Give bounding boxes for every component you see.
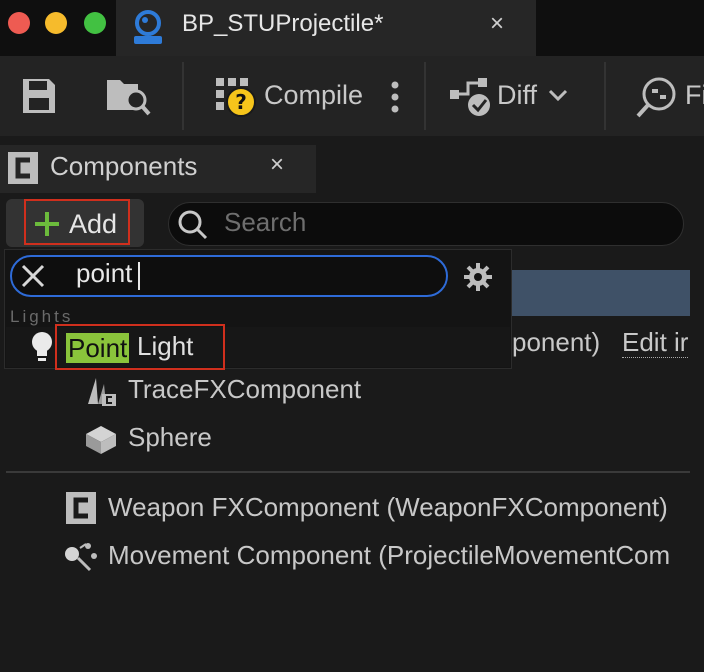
search-icon <box>178 210 208 240</box>
blueprint-pawn-icon <box>134 10 162 44</box>
niagara-icon <box>88 378 116 406</box>
add-label: Add <box>69 209 118 239</box>
tree-item-tracefx[interactable]: TraceFXComponent <box>128 374 361 405</box>
text-caret <box>138 262 140 290</box>
chevron-down-icon[interactable] <box>547 88 569 102</box>
maximize-window-button[interactable] <box>84 12 106 34</box>
diff-button[interactable]: Diff <box>497 80 537 111</box>
tree-item-movement[interactable]: Movement Component (ProjectileMovementCo… <box>108 540 670 571</box>
toolbar-separator <box>604 62 606 130</box>
more-options-icon[interactable] <box>388 80 402 114</box>
edit-link[interactable]: Edit ir <box>622 327 689 358</box>
panel-close-button[interactable]: × <box>270 151 284 179</box>
close-window-button[interactable] <box>8 12 30 34</box>
component-c-icon <box>66 492 96 524</box>
minimize-window-button[interactable] <box>45 12 67 34</box>
tab-title: BP_STUProjectile* <box>182 10 384 37</box>
result-highlight-box <box>55 324 225 370</box>
filter-value: point <box>76 258 133 288</box>
save-icon[interactable] <box>20 76 58 116</box>
find-icon[interactable] <box>634 74 680 120</box>
component-c-icon <box>8 152 38 184</box>
panel-title: Components <box>50 151 198 181</box>
clear-icon[interactable] <box>20 263 46 289</box>
diff-icon[interactable] <box>448 76 494 118</box>
toolbar-separator <box>424 62 426 130</box>
sphere-mesh-icon <box>86 426 116 454</box>
browse-icon[interactable] <box>104 74 154 118</box>
movement-icon <box>65 543 97 572</box>
svg-text:?: ? <box>235 90 247 114</box>
gear-icon[interactable] <box>462 261 494 293</box>
selected-row[interactable] <box>512 270 690 316</box>
search-placeholder: Search <box>224 207 307 237</box>
toolbar-separator <box>182 62 184 130</box>
tree-item-weaponfx[interactable]: Weapon FXComponent (WeaponFXComponent) <box>108 492 668 523</box>
light-bulb-icon <box>32 332 52 361</box>
tree-item-sphere[interactable]: Sphere <box>128 422 212 453</box>
tree-row-type-suffix: ponent) <box>512 327 601 357</box>
divider <box>6 471 690 473</box>
compile-button[interactable]: Compile <box>264 80 363 111</box>
plus-icon <box>35 212 59 236</box>
tab-close-button[interactable]: × <box>490 10 504 38</box>
compile-status-icon[interactable]: ? <box>214 76 260 118</box>
find-button[interactable]: Fi <box>685 80 704 111</box>
